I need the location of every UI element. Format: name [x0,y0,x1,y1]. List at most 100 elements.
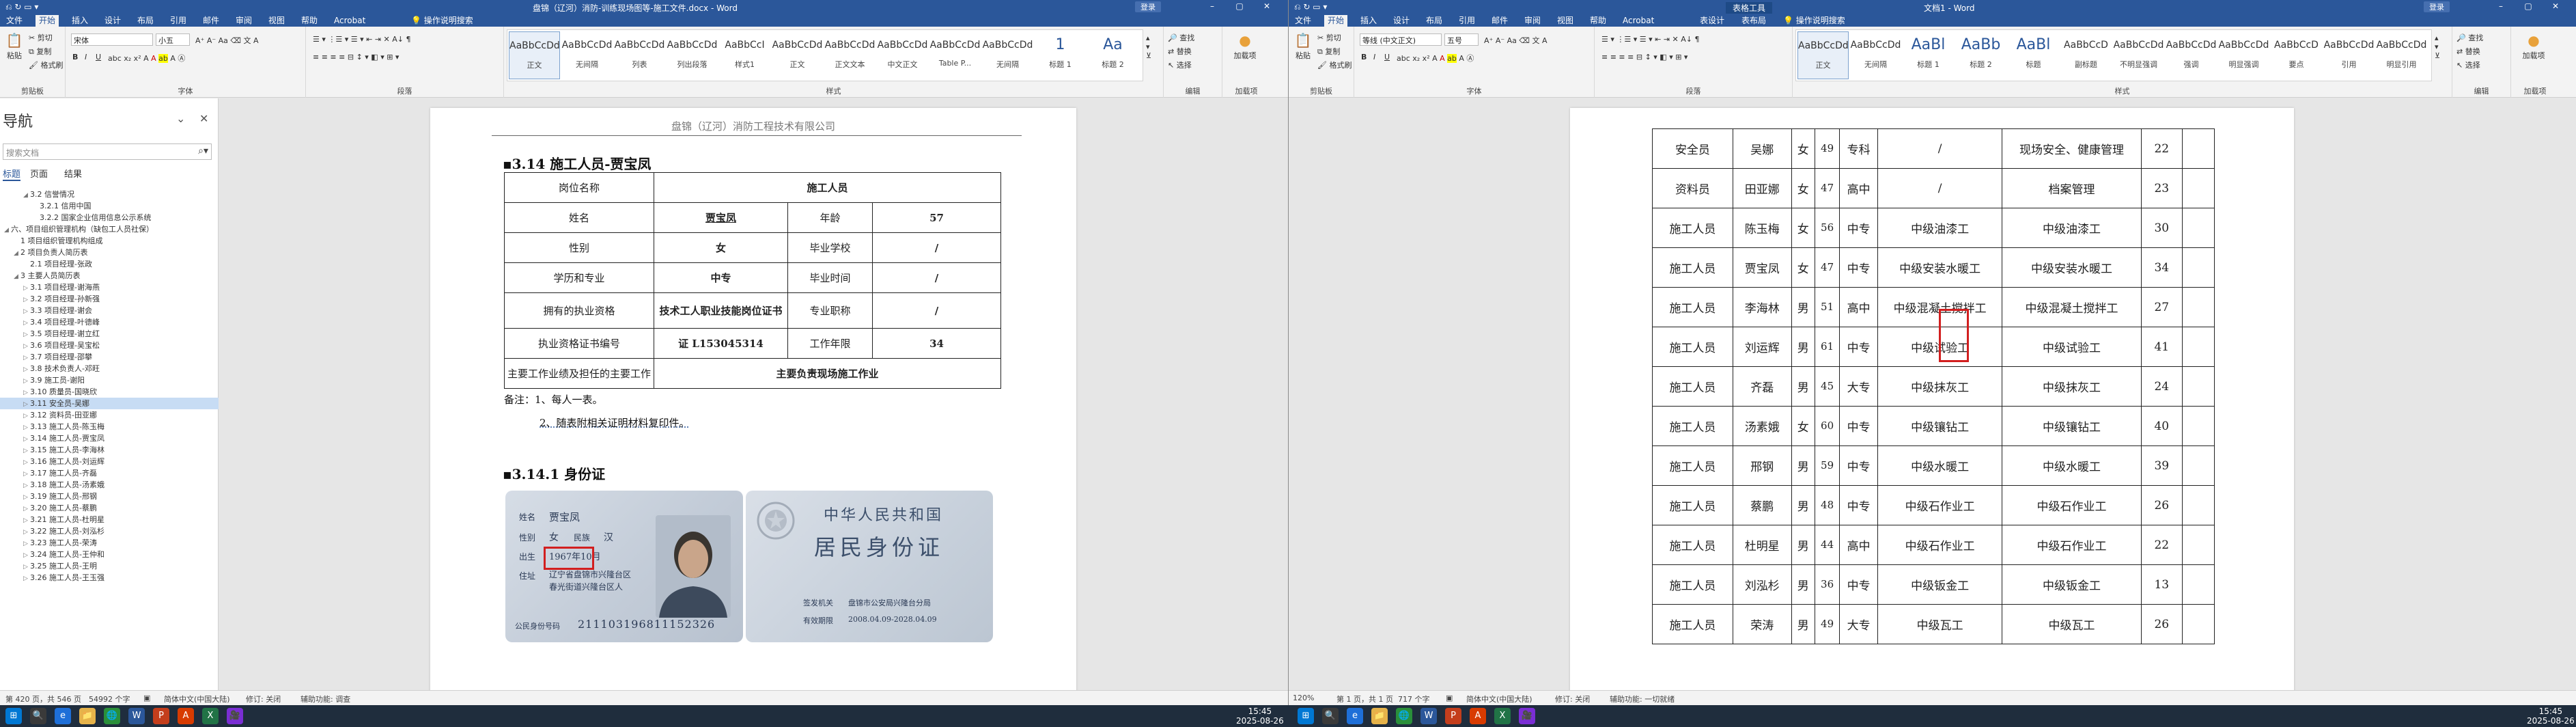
nav-heading-item[interactable]: ◢ 六、项目组织管理机构（缺包工人员社保） [0,223,219,235]
tab-9[interactable]: 帮助 [298,15,321,27]
tab-9[interactable]: 帮助 [1586,15,1610,27]
taskbar-app-icon-r-0[interactable]: ⊞ [1298,708,1314,724]
tab-6[interactable]: 邮件 [199,15,223,27]
expand-arrow-icon[interactable]: ▷ [23,329,30,340]
expand-arrow-icon[interactable]: ▷ [23,504,30,514]
style-8[interactable]: AaBbCcDd Table P... [929,31,981,79]
proofing-icon[interactable]: ▣ [1446,694,1453,702]
style-0[interactable]: AaBbCcDd 正文 [1797,31,1849,79]
nav-heading-item[interactable]: ▷ 3.26 施工人员-王玉强 [0,572,219,584]
underline-button[interactable]: U [96,53,101,61]
taskbar-app-icon-1[interactable]: 🔍 [30,708,46,724]
tab-10[interactable]: Acrobat [331,15,369,27]
tab-1[interactable]: 开始 [36,15,59,27]
nav-heading-item[interactable]: ▷ 3.16 施工人员-刘运辉 [0,456,219,467]
bold-button[interactable]: B [72,53,78,61]
nav-close-icon[interactable]: ✕ [199,112,208,125]
tab-0[interactable]: 文件 [3,15,26,27]
expand-arrow-icon[interactable]: ▷ [23,422,30,433]
style-7[interactable]: AaBbCcDd 强调 [2166,31,2217,79]
find-button[interactable]: 🔎 查找 [2456,32,2483,43]
nav-heading-item[interactable]: 1 项目组织管理机构组成 [0,235,219,247]
track-changes[interactable]: 修订: 关闭 [246,694,281,704]
taskbar-app-icon-r-9[interactable]: 🎥 [1519,708,1535,724]
list-buttons[interactable]: ☰ ▾ ⋮☰ ▾ ☰ ▾ ⇤ ⇥ ✕ A↓ ¶ [1601,35,1700,44]
tab-7[interactable]: 审阅 [1521,15,1544,27]
taskbar-app-icon-0[interactable]: ⊞ [5,708,22,724]
track-changes[interactable]: 修订: 关闭 [1555,694,1590,704]
nav-heading-item[interactable]: ▷ 3.17 施工人员-齐磊 [0,467,219,479]
expand-arrow-icon[interactable]: ▷ [23,457,30,467]
expand-arrow-icon[interactable]: ◢ [23,190,30,200]
nav-heading-item[interactable]: ▷ 3.12 资料员-田亚娜 [0,409,219,421]
align-buttons[interactable]: ≡ ≡ ≡ ≡ ⊟ ↕ ▾ ◧ ▾ ⊞ ▾ [313,53,399,61]
tab-11[interactable]: 表设计 [1696,15,1728,27]
list-buttons[interactable]: ☰ ▾ ⋮☰ ▾ ☰ ▾ ⇤ ⇥ ✕ A↓ ¶ [313,35,411,44]
font-name-select[interactable]: 宋体 [71,33,153,46]
tab-3[interactable]: 设计 [1390,15,1413,27]
nav-heading-item[interactable]: ▷ 3.9 施工员-谢阳 [0,374,219,386]
grow-font-button[interactable]: A⁺ A⁻ Aa ⌫ 文 A [1484,35,1548,46]
nav-tab-pages[interactable]: 页面 [30,167,48,180]
style-11[interactable]: Aa 标题 2 [1087,31,1138,79]
find-button[interactable]: 🔎 查找 [1168,32,1194,43]
page-count[interactable]: 第 1 页，共 1 页 [1336,694,1393,704]
style-6[interactable]: AaBbCcDd 正文文本 [824,31,876,79]
select-button[interactable]: ↖ 选择 [1168,59,1192,70]
close-button[interactable]: ✕ [1257,1,1277,12]
expand-arrow-icon[interactable]: ▷ [23,364,30,374]
language[interactable]: 简体中文(中国大陆) [1466,694,1532,704]
share-button[interactable]: 登录 [2424,1,2450,12]
style-3[interactable]: AaBbCcDd 列出段落 [667,31,718,79]
cut-button[interactable]: ✂ 剪切 [1317,32,1341,43]
tab-2[interactable]: 插入 [68,15,92,27]
nav-heading-item[interactable]: ▷ 3.7 项目经理-邵攀 [0,351,219,363]
style-5[interactable]: AaBbCcD 副标题 [2060,31,2112,79]
addins-button[interactable]: ● 加载项 [2517,32,2551,61]
nav-heading-item[interactable]: ▷ 3.8 技术负责人-邓旺 [0,363,219,374]
style-9[interactable]: AaBbCcD 要点 [2271,31,2322,79]
taskbar-clock-right[interactable]: 15:45 2025-08-26 [2527,707,2575,726]
style-10[interactable]: AaBbCcDd 引用 [2323,31,2375,79]
nav-heading-item[interactable]: ▷ 3.19 施工人员-邢钢 [0,491,219,502]
zoom-level[interactable]: 120% [1293,694,1314,702]
expand-arrow-icon[interactable]: ▷ [23,283,30,293]
replace-button[interactable]: ⇄ 替换 [2456,46,2480,57]
style-11[interactable]: AaBbCcDd 明显引用 [2376,31,2427,79]
accessibility[interactable]: 辅助功能: 调查 [300,694,350,704]
expand-arrow-icon[interactable]: ◢ [14,248,20,258]
style-4[interactable]: AaBl 标题 [2008,31,2059,79]
expand-arrow-icon[interactable]: ▷ [23,376,30,386]
nav-heading-item[interactable]: 3.2.2 国家企业信用信息公示系统 [0,212,219,223]
expand-arrow-icon[interactable]: ▷ [23,387,30,398]
grow-font-button[interactable]: A⁺ A⁻ Aa ⌫ 文 A [195,35,259,46]
tab-1[interactable]: 开始 [1324,15,1348,27]
expand-arrow-icon[interactable]: ▷ [23,527,30,537]
format-painter-button[interactable]: 🖌 格式刷 [29,59,63,70]
tab-6[interactable]: 邮件 [1488,15,1511,27]
expand-arrow-icon[interactable]: ◢ [14,271,20,282]
select-button[interactable]: ↖ 选择 [2456,59,2480,70]
copy-button[interactable]: ⧉ 复制 [29,46,51,57]
quick-access-toolbar[interactable]: ⎌ ↻ ▭ ▾ [1294,2,1327,12]
taskbar-app-icon-r-7[interactable]: A [1470,708,1486,724]
font-size-select[interactable]: 五号 [1444,33,1479,46]
tab-11[interactable]: 💡 操作说明搜索 [408,15,477,27]
style-3[interactable]: AaBb 标题 2 [1955,31,2006,79]
nav-heading-item[interactable]: ◢ 3.2 信誉情况 [0,189,219,200]
taskbar-app-icon-7[interactable]: A [178,708,194,724]
nav-heading-item[interactable]: ▷ 3.13 施工人员-陈玉梅 [0,421,219,433]
style-8[interactable]: AaBbCcDd 明显强调 [2218,31,2269,79]
style-2[interactable]: AaBbCcDd 列表 [614,31,665,79]
nav-heading-item[interactable]: ▷ 3.10 质量员-国晓欣 [0,386,219,398]
tab-10[interactable]: Acrobat [1619,15,1657,27]
font-size-select[interactable]: 小五 [156,33,190,46]
nav-heading-item[interactable]: ▷ 3.4 项目经理-叶德峰 [0,316,219,328]
taskbar-app-icon-6[interactable]: P [153,708,169,724]
style-10[interactable]: 1 标题 1 [1035,31,1086,79]
nav-heading-item[interactable]: ▷ 3.24 施工人员-王仲和 [0,549,219,560]
nav-heading-item[interactable]: ▷ 3.23 施工人员-荣涛 [0,537,219,549]
expand-arrow-icon[interactable]: ▷ [23,318,30,328]
italic-button[interactable]: I [1373,53,1375,61]
taskbar-app-icon-r-4[interactable]: 🌐 [1396,708,1412,724]
